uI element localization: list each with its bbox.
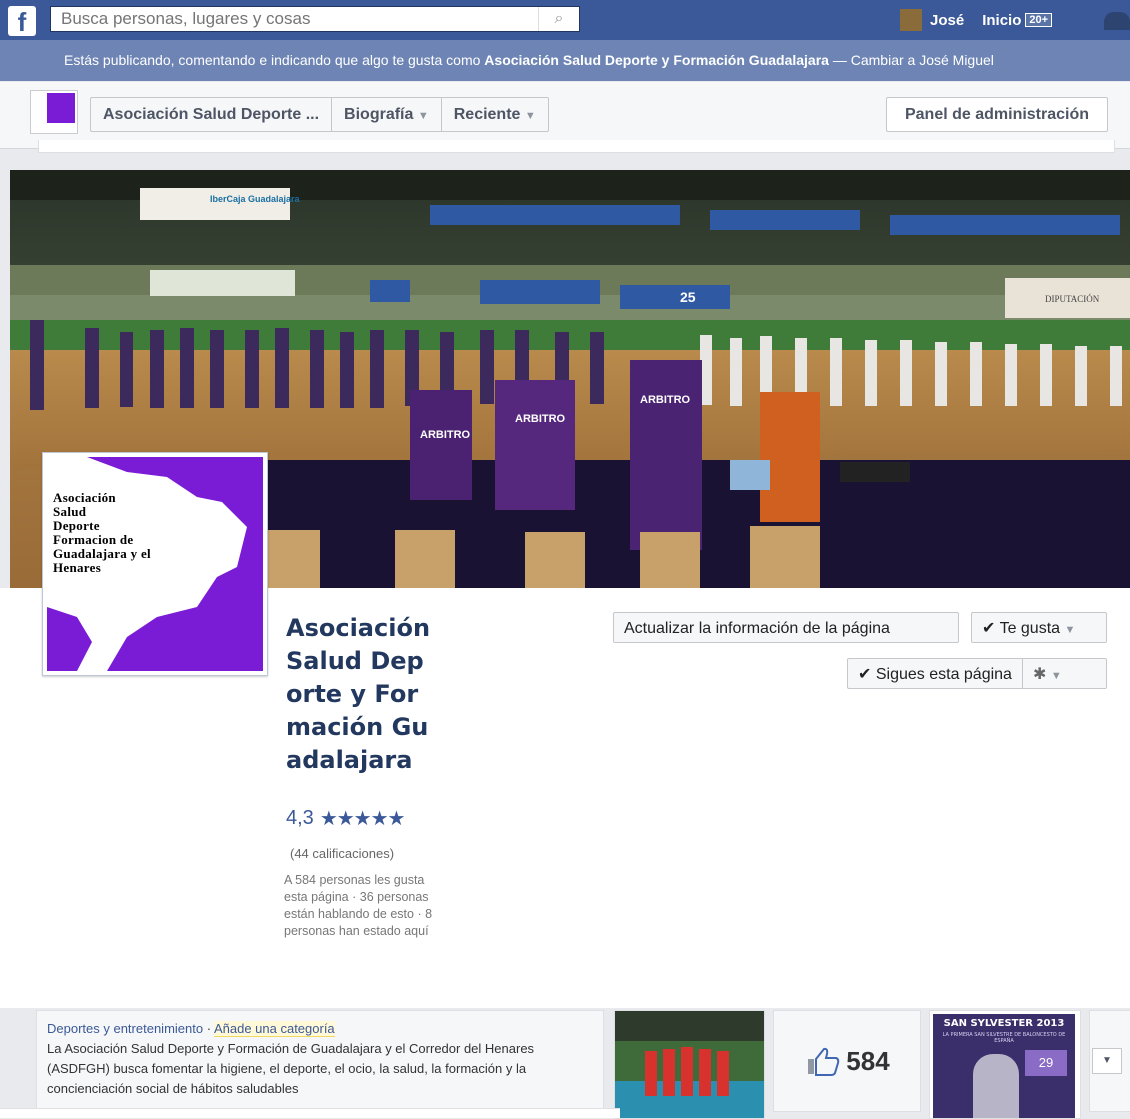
- referee-shirt-label: ARBITRO: [420, 429, 471, 441]
- referee-shirt-label: ARBITRO: [515, 413, 566, 425]
- logo-line-2: Salud: [53, 504, 87, 519]
- ibercaja-sign: IberCaja Guadalajara: [210, 194, 301, 204]
- tab-recent-label: Reciente: [453, 106, 521, 123]
- notice-page-name[interactable]: Asociación Salud Deporte y Formación Gua…: [484, 52, 829, 68]
- profile-picture-text: Asociación Salud Deporte Formacion de Gu…: [53, 491, 151, 575]
- liked-label: ✔ Te gusta: [982, 620, 1061, 637]
- poster-player-figure: [973, 1054, 1019, 1118]
- search-input[interactable]: [51, 7, 541, 31]
- tab-recent[interactable]: Reciente ▼: [442, 98, 548, 131]
- event-poster-thumbnail[interactable]: SAN SYLVESTER 2013 LA PRIMERA SAN SILVES…: [929, 1010, 1081, 1119]
- star-rating-icon: ★★★★★: [319, 808, 406, 830]
- chevron-down-icon: ▼: [1050, 670, 1062, 682]
- diputacion-sign: DIPUTACIÓN: [1045, 294, 1100, 304]
- rating-value: 4,3: [286, 807, 314, 829]
- poster-subtitle: LA PRIMERA SAN SILVESTRE DE BALONCESTO D…: [942, 1032, 1066, 1044]
- top-right-nav: José Inicio 20+: [900, 8, 1053, 32]
- profile-picture[interactable]: Asociación Salud Deporte Formacion de Gu…: [42, 452, 268, 676]
- likes-box[interactable]: 584: [773, 1010, 921, 1112]
- logo-line-1: Asociación: [53, 490, 116, 505]
- top-bar: f ⌕ José Inicio 20+: [0, 0, 1130, 41]
- following-label[interactable]: ✔ Sigues esta página: [848, 659, 1023, 688]
- add-category-link[interactable]: Añade una categoría: [213, 1021, 335, 1037]
- facebook-logo-icon[interactable]: f: [8, 6, 36, 37]
- poster-day: 29: [1025, 1050, 1067, 1076]
- page-thumbnail[interactable]: [30, 90, 78, 134]
- likes-count: 584: [846, 1045, 890, 1076]
- page-rating[interactable]: 4,3 ★★★★★: [286, 806, 406, 831]
- user-name-link[interactable]: José: [930, 12, 964, 29]
- logo-line-3: Deporte: [53, 518, 100, 533]
- chevron-down-icon: ▼: [417, 110, 429, 122]
- acting-as-notice: Estás publicando, comentando e indicando…: [0, 40, 1130, 81]
- notice-switch-link[interactable]: — Cambiar a José Miguel: [829, 52, 994, 68]
- home-badge: 20+: [1025, 13, 1053, 27]
- thumbs-up-icon: [808, 1047, 840, 1076]
- tab-timeline-label: Biografía: [344, 106, 414, 123]
- gear-icon[interactable]: ✱ ▼: [1023, 659, 1072, 688]
- poster-title: SAN SYLVESTER 2013: [943, 1018, 1065, 1029]
- profile-picture-image: Asociación Salud Deporte Formacion de Gu…: [47, 457, 263, 671]
- update-page-info-button[interactable]: Actualizar la información de la página: [613, 612, 959, 643]
- logo-line-6: Henares: [53, 560, 102, 575]
- more-arrow-button[interactable]: ▼: [1092, 1048, 1122, 1074]
- search-icon[interactable]: ⌕: [538, 7, 579, 31]
- referee-shirt-label: ARBITRO: [640, 394, 691, 406]
- notice-prefix: Estás publicando, comentando e indicando…: [64, 52, 485, 68]
- photos-thumbnail[interactable]: [614, 1010, 765, 1119]
- page-title[interactable]: Asociación Salud Deporte y Formación Gua…: [286, 612, 436, 777]
- separator-dot: ·: [206, 1021, 214, 1036]
- ratings-count[interactable]: (44 calificaciones): [290, 846, 394, 861]
- chevron-down-icon: ▼: [524, 110, 536, 122]
- chevron-down-icon: ▼: [1064, 624, 1076, 636]
- about-box: Deportes y entretenimiento · Añade una c…: [36, 1010, 604, 1117]
- logo-line-5: Guadalajara y el: [53, 546, 151, 561]
- liked-button[interactable]: ✔ Te gusta ▼: [971, 612, 1107, 643]
- banner-25: 25: [680, 289, 696, 305]
- page-nav-tabs: Asociación Salud Deporte ... Biografía ▼…: [90, 97, 549, 132]
- tab-page-name[interactable]: Asociación Salud Deporte ...: [91, 98, 333, 131]
- event-poster-image: SAN SYLVESTER 2013 LA PRIMERA SAN SILVES…: [933, 1014, 1075, 1118]
- team-photo-image: [615, 1011, 764, 1118]
- user-avatar[interactable]: [900, 9, 922, 31]
- following-button[interactable]: ✔ Sigues esta página ✱ ▼: [847, 658, 1107, 689]
- category-link[interactable]: Deportes y entretenimiento: [47, 1021, 203, 1036]
- home-link[interactable]: Inicio: [982, 12, 1021, 29]
- admin-panel-edge: [38, 140, 1115, 153]
- page-nav-bar: Asociación Salud Deporte ... Biografía ▼…: [0, 82, 1130, 149]
- logo-line-4: Formacion de: [53, 532, 134, 547]
- page-stats-summary: A 584 personas les gusta esta página · 3…: [284, 873, 433, 938]
- search-box[interactable]: ⌕: [50, 6, 580, 32]
- friend-requests-icon[interactable]: [1104, 12, 1130, 30]
- about-description: La Asociación Salud Deporte y Formación …: [47, 1041, 535, 1096]
- notice-text: Estás publicando, comentando e indicando…: [64, 52, 994, 68]
- admin-panel-button[interactable]: Panel de administración: [886, 97, 1108, 132]
- tab-timeline[interactable]: Biografía ▼: [332, 98, 442, 131]
